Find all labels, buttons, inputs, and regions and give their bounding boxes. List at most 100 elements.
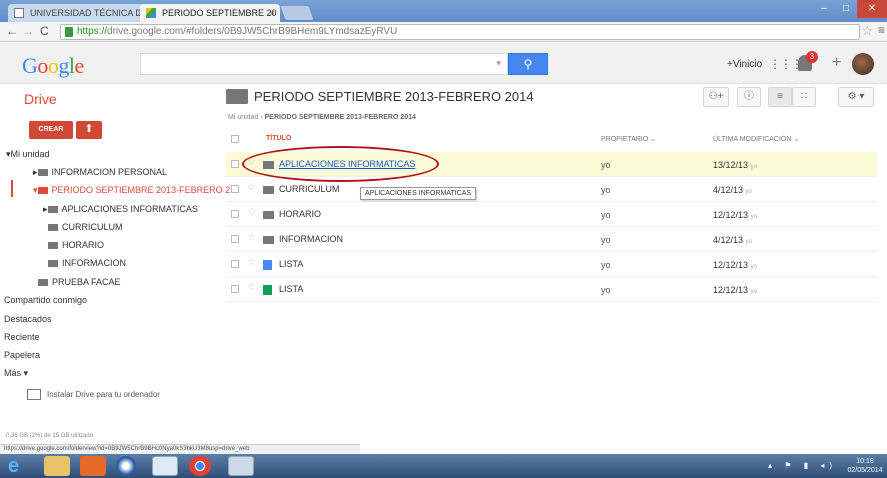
folder-icon bbox=[263, 186, 274, 194]
file-modified: 12/12/13 yo bbox=[713, 260, 757, 270]
share-plus-icon[interactable]: + bbox=[832, 54, 841, 72]
window-controls: – □ ✕ bbox=[813, 0, 887, 18]
sidebar-link-recent[interactable]: Reciente bbox=[4, 332, 40, 342]
media-player-icon[interactable] bbox=[116, 456, 136, 476]
maximize-button[interactable]: □ bbox=[835, 0, 857, 18]
modified-by: yo bbox=[750, 289, 757, 295]
column-owner-label: PROPIETARIO bbox=[601, 136, 649, 143]
search-input[interactable]: ▾ bbox=[140, 53, 508, 75]
table-row[interactable]: ☆ INFORMACION yo 4/12/13 yo bbox=[226, 227, 877, 252]
forward-icon[interactable]: → bbox=[22, 24, 34, 38]
row-checkbox[interactable] bbox=[231, 260, 239, 268]
upload-button[interactable]: ⬆ bbox=[76, 121, 102, 139]
file-name[interactable]: LISTA bbox=[279, 284, 303, 294]
file-name[interactable]: INFORMACION bbox=[279, 234, 343, 244]
create-button[interactable]: CREAR bbox=[29, 121, 73, 139]
chrome-icon[interactable] bbox=[189, 456, 211, 476]
info-icon[interactable]: ⓘ bbox=[737, 87, 761, 107]
menu-icon[interactable]: ≡ bbox=[878, 23, 885, 37]
row-checkbox[interactable] bbox=[231, 285, 239, 293]
star-icon[interactable]: ☆ bbox=[247, 282, 256, 293]
row-checkbox[interactable] bbox=[231, 185, 239, 193]
file-owner: yo bbox=[601, 260, 611, 270]
star-icon[interactable]: ☆ bbox=[247, 232, 256, 243]
search-button[interactable]: ⚲ bbox=[508, 53, 548, 75]
sidebar-item-aplicaciones[interactable]: ▸ APLICACIONES INFORMATICAS bbox=[43, 204, 198, 215]
back-icon[interactable]: ← bbox=[6, 24, 18, 38]
modified-date: 12/12/13 bbox=[713, 285, 749, 295]
tab-universidad[interactable]: UNIVERSIDAD TÉCNICA D × bbox=[8, 4, 148, 22]
browser-toolbar: ← → C https://drive.google.com/#folders/… bbox=[0, 22, 887, 42]
table-row[interactable]: ☆ LISTA yo 12/12/13 yo bbox=[226, 252, 877, 277]
sidebar-item-label: INFORMACION bbox=[62, 258, 126, 268]
star-icon[interactable]: ☆ bbox=[247, 182, 256, 193]
user-name-link[interactable]: +Vinicio bbox=[727, 59, 762, 70]
settings-gear-icon[interactable]: ⚙ ▾ bbox=[838, 87, 874, 107]
star-icon[interactable]: ☆ bbox=[247, 207, 256, 218]
folder-icon bbox=[48, 242, 58, 249]
column-title[interactable]: TÍTULO bbox=[266, 135, 291, 142]
address-bar[interactable]: https://drive.google.com/#folders/0B9JW5… bbox=[60, 24, 860, 40]
grid-view-icon[interactable]: ∷ bbox=[792, 87, 816, 107]
row-checkbox[interactable] bbox=[231, 235, 239, 243]
sidebar-item-horario[interactable]: HORARIO bbox=[48, 240, 104, 250]
internet-explorer-icon[interactable]: e bbox=[8, 456, 34, 476]
sidebar-item-informacion-personal[interactable]: ▸ INFORMACION PERSONAL bbox=[33, 167, 167, 178]
list-view-icon[interactable]: ≡ bbox=[768, 87, 792, 107]
minimize-button[interactable]: – bbox=[813, 0, 835, 18]
file-explorer-icon[interactable] bbox=[44, 456, 70, 476]
sidebar-item-periodo[interactable]: ▾ PERIODO SEPTIEMBRE 2013-FEBRERO 2 bbox=[33, 185, 230, 196]
clock-date: 02/05/2014 bbox=[847, 467, 883, 474]
file-name[interactable]: HORARIO bbox=[279, 209, 321, 219]
sidebar-link-trash[interactable]: Papelera bbox=[4, 350, 40, 360]
breadcrumb-root[interactable]: Mi unidad bbox=[228, 114, 258, 121]
sidebar-link-more[interactable]: Más ▾ bbox=[4, 368, 28, 379]
sidebar-item-informacion[interactable]: INFORMACION bbox=[48, 258, 126, 268]
file-name[interactable]: CURRICULUM bbox=[279, 184, 340, 194]
sidebar-item-mi-unidad[interactable]: ▾Mi unidad bbox=[6, 149, 50, 160]
install-drive-link[interactable]: Instalar Drive para tu ordenador bbox=[27, 389, 160, 400]
drive-title[interactable]: Drive bbox=[24, 91, 57, 107]
url-scheme: https:// bbox=[77, 26, 108, 37]
media-app-icon[interactable] bbox=[80, 456, 106, 476]
storage-quota: 0,36 GB (2%) de 15 GB utilizado bbox=[6, 433, 94, 439]
sidebar-link-shared[interactable]: Compartido conmigo bbox=[4, 295, 87, 305]
file-name[interactable]: LISTA bbox=[279, 259, 303, 269]
google-logo[interactable]: Google bbox=[22, 53, 84, 79]
row-checkbox[interactable] bbox=[231, 160, 239, 168]
clock[interactable]: 10:18 02/05/2014 bbox=[847, 457, 883, 475]
sidebar-link-starred[interactable]: Destacados bbox=[4, 314, 52, 324]
table-row[interactable]: ☆ LISTA yo 12/12/13 yo bbox=[226, 277, 877, 302]
window-close-button[interactable]: ✕ bbox=[857, 0, 887, 18]
modified-date: 4/12/13 bbox=[713, 235, 744, 245]
table-row[interactable]: ☆ HORARIO yo 12/12/13 yo bbox=[226, 202, 877, 227]
status-url: https://drive.google.com/folderview?id=0… bbox=[0, 444, 360, 454]
sidebar-item-label: APLICACIONES INFORMATICAS bbox=[61, 204, 198, 214]
notification-badge[interactable]: 3 bbox=[806, 51, 818, 63]
avatar[interactable] bbox=[852, 53, 874, 75]
file-owner: yo bbox=[601, 185, 611, 195]
tab-periodo[interactable]: PERIODO SEPTIEMBRE 20 × bbox=[140, 4, 280, 22]
share-people-icon[interactable]: ⚇+ bbox=[703, 87, 729, 107]
row-checkbox[interactable] bbox=[231, 210, 239, 218]
select-all-checkbox[interactable] bbox=[231, 135, 239, 143]
sidebar-item-curriculum[interactable]: CURRICULUM bbox=[48, 222, 123, 232]
chevron-down-icon[interactable]: ▾ bbox=[496, 58, 501, 69]
sidebar-item-prueba-facae[interactable]: PRUEBA FACAE bbox=[38, 277, 121, 287]
star-icon[interactable]: ☆ bbox=[247, 257, 256, 268]
close-icon[interactable]: × bbox=[270, 4, 275, 22]
new-tab-button[interactable] bbox=[280, 6, 314, 20]
folder-icon bbox=[47, 206, 58, 213]
screenshot-tool-icon[interactable] bbox=[228, 456, 254, 476]
google-bar: Google ▾ ⚲ +Vinicio ⋮⋮⋮ 3 + bbox=[0, 43, 887, 84]
column-owner[interactable]: PROPIETARIO ⌄ bbox=[601, 135, 656, 143]
reload-icon[interactable]: C bbox=[40, 24, 49, 38]
system-tray[interactable]: ▴ ⚑ ▮ ◂) bbox=[768, 461, 837, 470]
chevron-down-icon[interactable]: ⌄ bbox=[650, 136, 656, 143]
file-owner: yo bbox=[601, 210, 611, 220]
url-text: drive.google.com/#folders/0B9JW5ChrB9BHe… bbox=[107, 26, 398, 37]
clock-app-icon[interactable] bbox=[152, 456, 178, 476]
column-modified[interactable]: ÚLTIMA MODIFICACIÓN ⌄ bbox=[713, 135, 799, 143]
chevron-down-icon[interactable]: ⌄ bbox=[793, 136, 799, 143]
bookmark-star-icon[interactable]: ☆ bbox=[861, 23, 873, 39]
